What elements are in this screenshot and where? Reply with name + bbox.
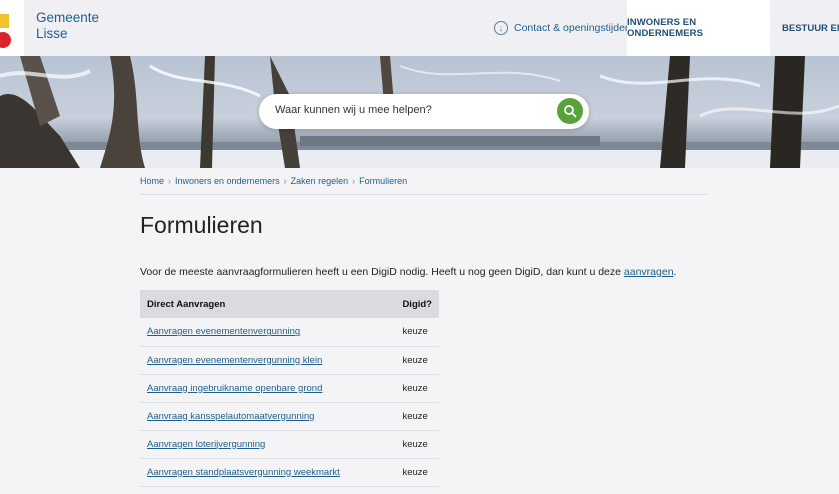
table-row: Aanvraag kansspelautomaatvergunning keuz… bbox=[140, 402, 439, 431]
divider bbox=[140, 194, 707, 195]
breadcrumb-current[interactable]: Formulieren bbox=[359, 176, 407, 186]
breadcrumb-residents[interactable]: Inwoners en ondernemers bbox=[175, 176, 280, 186]
tab-residents[interactable]: INWONERS EN ONDERNEMERS bbox=[627, 0, 770, 56]
intro-sentence: Voor de meeste aanvraagformulieren heeft… bbox=[140, 266, 624, 278]
contact-label: Contact & openingstijden bbox=[514, 22, 631, 34]
form-link[interactable]: Aanvragen evenementenvergunning bbox=[147, 326, 300, 337]
digid-value: keuze bbox=[395, 402, 439, 431]
form-link[interactable]: Aanvraag kansspelautomaatvergunning bbox=[147, 411, 314, 422]
chevron-right-icon: › bbox=[283, 176, 287, 186]
breadcrumb: Home › Inwoners en ondernemers › Zaken r… bbox=[140, 176, 407, 186]
brand-line-2: Lisse bbox=[36, 26, 68, 41]
search-input[interactable]: Waar kunnen wij u mee helpen? bbox=[275, 104, 432, 116]
digid-value: keuze bbox=[395, 430, 439, 459]
digid-value: keuze bbox=[395, 458, 439, 487]
form-link[interactable]: Aanvragen evenementenvergunning klein bbox=[147, 355, 322, 366]
intro-end: . bbox=[673, 266, 677, 278]
table-row: Aanvragen evenementenvergunning klein ke… bbox=[140, 346, 439, 375]
search-icon bbox=[564, 105, 577, 118]
digid-value: keuze bbox=[395, 346, 439, 375]
table-row: Aanvraag ingebruikname openbare grond ke… bbox=[140, 374, 439, 403]
form-link[interactable]: Aanvragen standplaatsvergunning weekmark… bbox=[147, 467, 340, 478]
form-link[interactable]: Aanvragen loterijvergunning bbox=[147, 439, 265, 450]
chevron-right-icon: › bbox=[352, 176, 356, 186]
table-row: Aanvragen standplaatsvergunning weekmark… bbox=[140, 458, 439, 487]
table-row: Aanvragen loterijvergunning keuze bbox=[140, 430, 439, 459]
search-button[interactable] bbox=[557, 98, 583, 124]
site-header: Gemeente Lisse ↓ Contact & openingstijde… bbox=[0, 0, 839, 62]
contact-link[interactable]: ↓ Contact & openingstijden bbox=[494, 21, 631, 35]
digid-value: keuze bbox=[395, 318, 439, 347]
arrow-down-circle-icon: ↓ bbox=[494, 21, 508, 35]
page-title: Formulieren bbox=[140, 212, 263, 238]
column-header-direct-aanvragen: Direct Aanvragen bbox=[140, 290, 396, 318]
municipality-logo[interactable] bbox=[0, 0, 24, 62]
column-header-digid: Digid? bbox=[395, 290, 439, 318]
tab-governance[interactable]: BESTUUR EN O bbox=[782, 0, 839, 56]
digid-apply-link[interactable]: aanvragen bbox=[624, 266, 674, 278]
search-bar[interactable]: Waar kunnen wij u mee helpen? bbox=[259, 94, 589, 129]
forms-table: Direct Aanvragen Digid? Aanvragen evenem… bbox=[140, 290, 439, 487]
chevron-right-icon: › bbox=[168, 176, 172, 186]
breadcrumb-home[interactable]: Home bbox=[140, 176, 164, 186]
brand-name[interactable]: Gemeente Lisse bbox=[36, 10, 99, 42]
breadcrumb-zaken[interactable]: Zaken regelen bbox=[291, 176, 349, 186]
brand-line-1: Gemeente bbox=[36, 10, 100, 25]
intro-text: Voor de meeste aanvraagformulieren heeft… bbox=[140, 266, 676, 278]
digid-value: keuze bbox=[395, 374, 439, 403]
form-link[interactable]: Aanvraag ingebruikname openbare grond bbox=[147, 383, 322, 394]
table-row: Aanvragen evenementenvergunning keuze bbox=[140, 318, 439, 347]
table-header-row: Direct Aanvragen Digid? bbox=[140, 290, 439, 318]
